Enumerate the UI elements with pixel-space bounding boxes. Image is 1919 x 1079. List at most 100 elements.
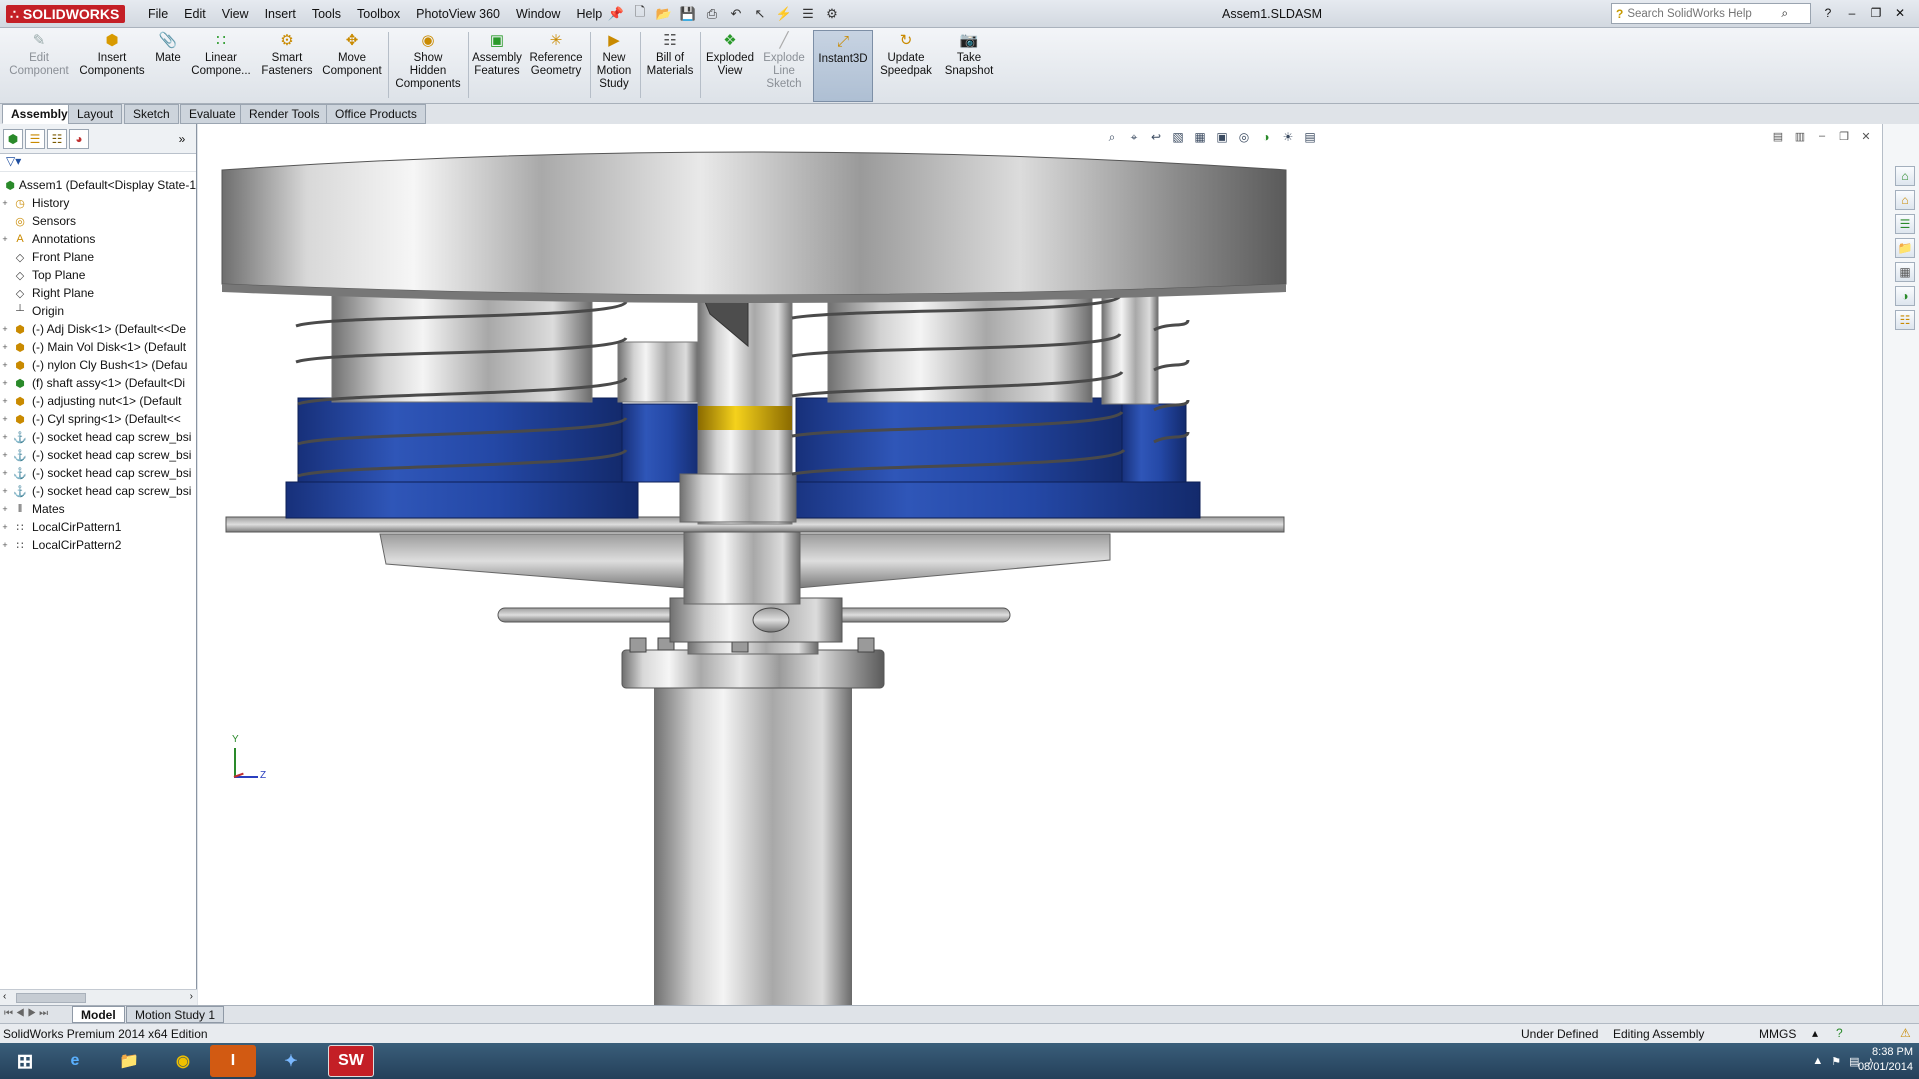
explode-line-sketch-button[interactable]: ╱ Explode Line Sketch: [758, 30, 810, 102]
tab-evaluate[interactable]: Evaluate: [180, 104, 245, 124]
menu-photoview[interactable]: PhotoView 360: [408, 0, 508, 28]
scroll-thumb[interactable]: [16, 993, 86, 1003]
tab-render-tools[interactable]: Render Tools: [240, 104, 329, 124]
search-input[interactable]: [1627, 7, 1778, 20]
pin-icon[interactable]: 📌: [605, 4, 627, 24]
help-menu-icon[interactable]: ?: [1818, 4, 1838, 22]
units-selector[interactable]: MMGS: [1759, 1027, 1796, 1041]
close-icon[interactable]: ✕: [1890, 4, 1910, 22]
tree-item[interactable]: ◎ Sensors: [0, 212, 196, 230]
tab-assembly[interactable]: Assembly: [2, 104, 77, 124]
tab-sketch[interactable]: Sketch: [124, 104, 179, 124]
design-library-icon[interactable]: ☰: [1895, 214, 1915, 234]
expand-icon[interactable]: +: [0, 540, 10, 550]
tab-motion-study-1[interactable]: Motion Study 1: [126, 1006, 225, 1023]
internet-explorer-icon[interactable]: e: [52, 1045, 98, 1077]
expand-icon[interactable]: +: [0, 468, 10, 478]
menu-view[interactable]: View: [214, 0, 257, 28]
clock[interactable]: 8:38 PM 08/01/2014: [1858, 1045, 1913, 1075]
minimize-icon[interactable]: ‒: [1842, 4, 1862, 22]
home-icon[interactable]: ⌂: [1895, 190, 1915, 210]
tree-item[interactable]: + ⬢ (-) Cyl spring<1> (Default<<: [0, 410, 196, 428]
help-status-icon[interactable]: ?: [1836, 1026, 1843, 1040]
new-document-icon[interactable]: 🗋: [629, 4, 651, 24]
expand-icon[interactable]: +: [0, 432, 10, 442]
configuration-manager-tab-icon[interactable]: ☷: [47, 128, 67, 149]
reference-geometry-button[interactable]: ✳ Reference Geometry: [526, 30, 586, 102]
tree-item[interactable]: + ⬢ (-) adjusting nut<1> (Default: [0, 392, 196, 410]
feature-manager-tab-icon[interactable]: ⬢: [3, 128, 23, 149]
tab-nav-icon[interactable]: ⏮ ◀ ▶ ⏭: [4, 1008, 48, 1019]
update-speedpak-button[interactable]: ↻ Update Speedpak: [876, 30, 936, 102]
show-hidden-components-button[interactable]: ◉ Show Hidden Components: [392, 30, 464, 102]
tree-item[interactable]: + ⚓ (-) socket head cap screw_bsi: [0, 464, 196, 482]
tree-item[interactable]: + ⚓ (-) socket head cap screw_bsi: [0, 428, 196, 446]
property-manager-tab-icon[interactable]: ☰: [25, 128, 45, 149]
scroll-right-icon[interactable]: ›: [190, 991, 193, 1002]
instant3d-button[interactable]: ⤢ Instant3D: [813, 30, 873, 102]
tree-item[interactable]: + ⚓ (-) socket head cap screw_bsi: [0, 446, 196, 464]
file-explorer-icon[interactable]: 📁: [1895, 238, 1915, 258]
move-component-button[interactable]: ✥ Move Component: [320, 30, 384, 102]
linear-component-pattern-button[interactable]: ∷ Linear Compone...: [188, 30, 254, 102]
expand-icon[interactable]: +: [0, 522, 10, 532]
new-motion-study-button[interactable]: ▶ New Motion Study: [594, 30, 634, 102]
tree-item[interactable]: + ⬢ (f) shaft assy<1> (Default<Di: [0, 374, 196, 392]
tree-item[interactable]: ◇ Right Plane: [0, 284, 196, 302]
tree-item[interactable]: + ‖ Mates: [0, 500, 196, 518]
tree-item[interactable]: ┴ Origin: [0, 302, 196, 320]
menu-tools[interactable]: Tools: [304, 0, 349, 28]
select-icon[interactable]: ↖: [749, 4, 771, 24]
expand-icon[interactable]: +: [0, 324, 10, 334]
options-icon[interactable]: ⚙: [821, 4, 843, 24]
rebuild-icon[interactable]: ⚡: [773, 4, 795, 24]
tray-expand-icon[interactable]: ▲: [1812, 1055, 1823, 1067]
restore-icon[interactable]: ❐: [1866, 4, 1886, 22]
menu-file[interactable]: File: [140, 0, 176, 28]
save-icon[interactable]: 💾: [677, 4, 699, 24]
appearances-icon[interactable]: ◑: [1895, 286, 1915, 306]
action-center-icon[interactable]: ⚑: [1831, 1055, 1841, 1068]
insert-components-button[interactable]: ⬢ Insert Components: [76, 30, 148, 102]
menu-help[interactable]: Help: [568, 0, 610, 28]
expand-icon[interactable]: +: [0, 504, 10, 514]
exploded-view-button[interactable]: ❖ Exploded View: [704, 30, 756, 102]
tree-item[interactable]: + ∷ LocalCirPattern2: [0, 536, 196, 554]
start-button-icon[interactable]: ⊞: [0, 1045, 50, 1077]
solidworks-taskbar-icon[interactable]: SW: [328, 1045, 374, 1077]
expand-icon[interactable]: +: [0, 414, 10, 424]
chrome-icon[interactable]: ◉: [160, 1045, 206, 1077]
file-properties-icon[interactable]: ☰: [797, 4, 819, 24]
menu-toolbox[interactable]: Toolbox: [349, 0, 408, 28]
undo-icon[interactable]: ↶: [725, 4, 747, 24]
filter-icon[interactable]: ▽▾: [0, 154, 196, 172]
solidworks-logo[interactable]: ∴ SOLIDWORKS: [6, 5, 126, 23]
tree-item[interactable]: + ◷ History: [0, 194, 196, 212]
graphics-area[interactable]: ⌕ ⌖ ↩ ▧ ▦ ▣ ◎ ◑ ☀ ▤ ▤ ▥ ‒ ❐ ✕ Y Z: [198, 124, 1882, 1005]
scroll-left-icon[interactable]: ‹: [3, 991, 6, 1002]
tree-item[interactable]: + ⚓ (-) socket head cap screw_bsi: [0, 482, 196, 500]
inventor-icon[interactable]: I: [210, 1045, 256, 1077]
expand-icon[interactable]: +: [0, 378, 10, 388]
view-palette-icon[interactable]: ▦: [1895, 262, 1915, 282]
menu-window[interactable]: Window: [508, 0, 568, 28]
expand-panel-icon[interactable]: »: [172, 129, 192, 149]
solidworks-resources-icon[interactable]: ⌂: [1895, 166, 1915, 186]
expand-icon[interactable]: +: [0, 360, 10, 370]
expand-icon[interactable]: +: [0, 450, 10, 460]
take-snapshot-button[interactable]: 📷 Take Snapshot: [938, 30, 1000, 102]
tree-item[interactable]: ◇ Front Plane: [0, 248, 196, 266]
tree-item[interactable]: ⬢ Assem1 (Default<Display State-1: [0, 176, 196, 194]
display-manager-tab-icon[interactable]: ◕: [69, 128, 89, 149]
menu-edit[interactable]: Edit: [176, 0, 214, 28]
tree-item[interactable]: + A Annotations: [0, 230, 196, 248]
expand-icon[interactable]: +: [0, 342, 10, 352]
file-explorer-taskbar-icon[interactable]: 📁: [106, 1045, 152, 1077]
tree-item[interactable]: + ⬢ (-) Adj Disk<1> (Default<<De: [0, 320, 196, 338]
tree-item[interactable]: + ⬢ (-) Main Vol Disk<1> (Default: [0, 338, 196, 356]
mate-button[interactable]: 📎 Mate: [150, 30, 186, 102]
tab-model[interactable]: Model: [72, 1006, 125, 1023]
search-icon[interactable]: ⌕: [1781, 6, 1788, 21]
rebuild-status-icon[interactable]: ⚠: [1900, 1026, 1911, 1040]
tab-layout[interactable]: Layout: [68, 104, 123, 124]
